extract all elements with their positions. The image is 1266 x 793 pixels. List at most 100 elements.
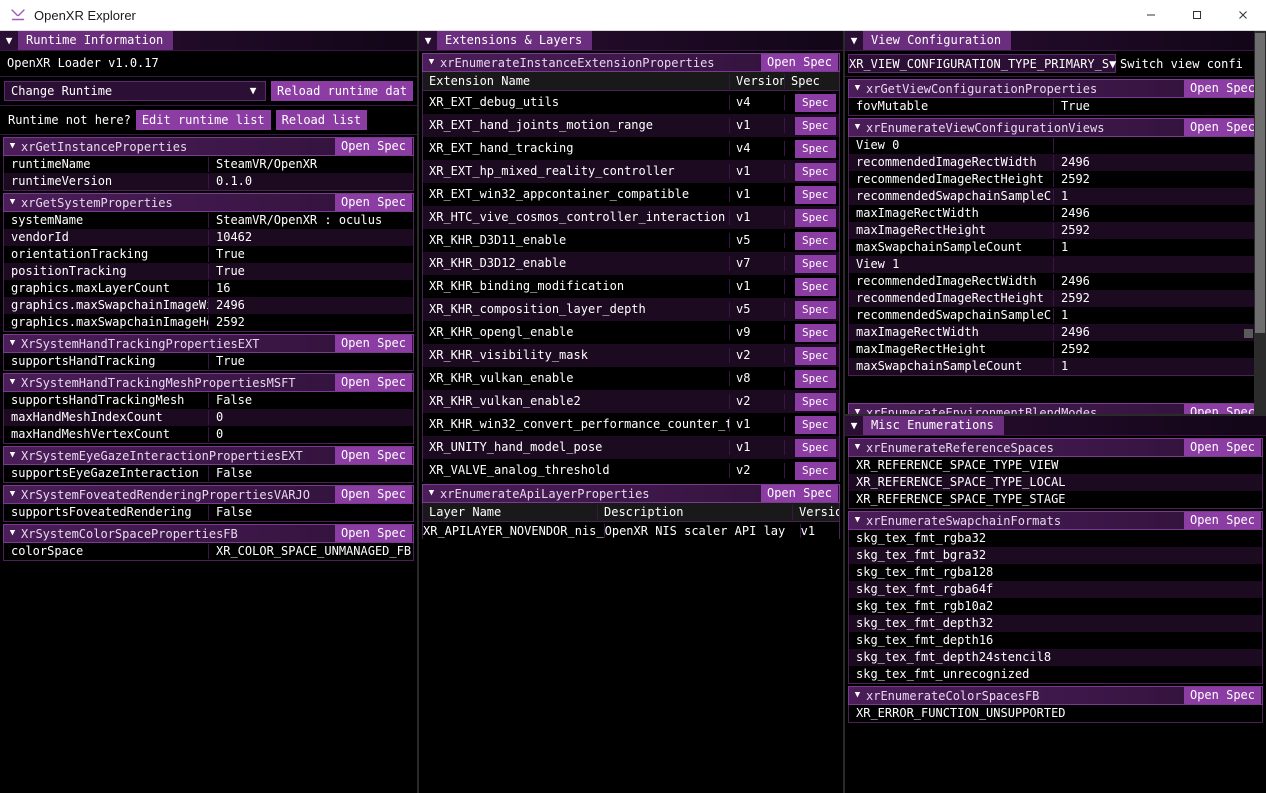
panel-title: Runtime Information (18, 31, 174, 50)
spec-button[interactable]: Spec (795, 254, 836, 273)
chevron-down-icon[interactable]: ▼ (4, 451, 21, 460)
chevron-down-icon[interactable]: ▼ (4, 339, 21, 348)
section-header[interactable]: ▼ xrGetSystemProperties Open Spec (3, 193, 414, 212)
spec-button[interactable]: Spec (795, 93, 836, 112)
section-header[interactable]: ▼ XrSystemHandTrackingMeshPropertiesMSFT O… (3, 373, 414, 392)
chevron-down-icon[interactable]: ▼ (423, 489, 440, 498)
open-spec-button[interactable]: Open Spec (760, 54, 838, 71)
property-key: supportsHandTrackingMesh (4, 393, 209, 408)
open-spec-button[interactable]: Open Spec (334, 374, 412, 391)
section-header-color-spaces[interactable]: ▼ xrEnumerateColorSpacesFB Open Spec (848, 686, 1263, 705)
left-panel-sections: ▼ xrGetInstanceProperties Open Spec runtime… (0, 137, 417, 561)
reload-list-button[interactable]: Reload list (275, 110, 368, 130)
section-title: XrSystemColorSpacePropertiesFB (21, 526, 238, 541)
spec-button[interactable]: Spec (795, 139, 836, 158)
chevron-down-icon[interactable]: ▼ (419, 35, 437, 46)
inner-scrollbar-thumb[interactable] (1244, 329, 1253, 338)
open-spec-button[interactable]: Open Spec (1183, 439, 1261, 456)
table-row: maxImageRectHeight 2592 (849, 222, 1262, 239)
chevron-down-icon[interactable]: ▼ (845, 35, 863, 46)
chevron-down-icon[interactable]: ▼ (849, 691, 866, 700)
spec-button[interactable]: Spec (795, 231, 836, 250)
section-header[interactable]: ▼ XrSystemFoveatedRenderingPropertiesVARJ… (3, 485, 414, 504)
spec-button[interactable]: Spec (795, 346, 836, 365)
section-header[interactable]: ▼ xrGetInstanceProperties Open Spec (3, 137, 414, 156)
chevron-down-icon[interactable]: ▼ (423, 58, 440, 67)
open-spec-button[interactable]: Open Spec (334, 194, 412, 211)
table-row: recommendedImageRectHeight 2592 (849, 171, 1262, 188)
open-spec-button[interactable]: Open Spec (334, 138, 412, 155)
chevron-down-icon[interactable]: ▼ (4, 490, 21, 499)
chevron-down-icon[interactable]: ▼ (849, 516, 866, 525)
section-header[interactable]: ▼ XrSystemHandTrackingPropertiesEXT Open S… (3, 334, 414, 353)
section-title: xrEnumerateColorSpacesFB (866, 688, 1040, 703)
minimize-button[interactable] (1128, 0, 1174, 31)
chevron-down-icon[interactable]: ▼ (4, 378, 21, 387)
reload-runtime-data-button[interactable]: Reload runtime dat (271, 81, 414, 101)
section-header[interactable]: ▼ XrSystemEyeGazeInteractionPropertiesEXT… (3, 446, 414, 465)
chevron-down-icon[interactable]: ▼ (849, 443, 866, 452)
chevron-down-icon[interactable]: ▼ (4, 142, 21, 151)
spec-button[interactable]: Spec (795, 369, 836, 388)
spec-button[interactable]: Spec (795, 162, 836, 181)
section-header-reference-spaces[interactable]: ▼ xrEnumerateReferenceSpaces Open Spec (848, 438, 1263, 457)
open-spec-button[interactable]: Open Spec (334, 335, 412, 352)
table-row: XR_KHR_win32_convert_performance_counter… (423, 413, 839, 436)
spec-button[interactable]: Spec (795, 185, 836, 204)
open-spec-button[interactable]: Open Spec (334, 525, 412, 542)
change-runtime-dropdown[interactable]: Change Runtime ▼ (4, 81, 266, 101)
chevron-down-icon[interactable]: ▼ (0, 35, 18, 46)
spec-button[interactable]: Spec (795, 300, 836, 319)
runtime-information-panel-header[interactable]: ▼ Runtime Information (0, 31, 417, 51)
chevron-down-icon[interactable]: ▼ (845, 420, 863, 431)
open-spec-button[interactable]: Open Spec (1183, 119, 1261, 136)
view-configuration-dropdown[interactable]: XR_VIEW_CONFIGURATION_TYPE_PRIMARY_S ▼ (848, 54, 1116, 73)
section-header-view-config-views[interactable]: ▼ xrEnumerateViewConfigurationViews Open… (848, 118, 1263, 137)
spec-button[interactable]: Spec (795, 438, 836, 457)
extension-spec-cell: Spec (785, 369, 839, 388)
extension-spec-cell: Spec (785, 208, 839, 227)
section-header-view-config-properties[interactable]: ▼ xrGetViewConfigurationProperties Open … (848, 79, 1263, 98)
open-spec-button[interactable]: Open Spec (334, 447, 412, 464)
scrollbar-thumb[interactable] (1255, 33, 1265, 333)
section-header-swapchain-formats[interactable]: ▼ xrEnumerateSwapchainFormats Open Spec (848, 511, 1263, 530)
extension-name: XR_KHR_opengl_enable (423, 325, 730, 340)
open-spec-button[interactable]: Open Spec (760, 485, 838, 502)
runtime-information-panel: ▼ Runtime Information OpenXR Loader v1.0… (0, 31, 417, 793)
open-spec-button[interactable]: Open Spec (1183, 512, 1261, 529)
open-spec-button[interactable]: Open Spec (334, 486, 412, 503)
spec-button[interactable]: Spec (795, 208, 836, 227)
open-spec-button[interactable]: Open Spec (1183, 404, 1261, 414)
chevron-down-icon[interactable]: ▼ (4, 198, 21, 207)
chevron-down-icon[interactable]: ▼ (849, 408, 866, 415)
property-value: 2592 (1061, 291, 1090, 305)
chevron-down-icon[interactable]: ▼ (241, 83, 265, 99)
view-configuration-scrollbar[interactable] (1254, 31, 1266, 414)
spec-button[interactable]: Spec (795, 461, 836, 480)
property-value: 2496 (1061, 274, 1090, 288)
chevron-down-icon[interactable]: ▼ (4, 529, 21, 538)
spec-button[interactable]: Spec (795, 323, 836, 342)
section-title: xrEnumerateEnvironmentBlendModes (866, 405, 1098, 415)
open-spec-button[interactable]: Open Spec (1183, 80, 1261, 97)
section-header-environment-blend-modes[interactable]: ▼ xrEnumerateEnvironmentBlendModes Open … (848, 403, 1263, 414)
section-header-api-layers[interactable]: ▼ xrEnumerateApiLayerProperties Open Spe… (422, 484, 840, 503)
misc-enumerations-panel-header[interactable]: ▼ Misc Enumerations (845, 416, 1266, 436)
open-spec-button[interactable]: Open Spec (1183, 687, 1261, 704)
spec-button[interactable]: Spec (795, 392, 836, 411)
spec-button[interactable]: Spec (795, 415, 836, 434)
chevron-down-icon[interactable]: ▼ (849, 84, 866, 93)
view-configuration-panel-header[interactable]: ▼ View Configuration (845, 31, 1266, 51)
extensions-layers-panel-header[interactable]: ▼ Extensions & Layers (419, 31, 843, 51)
spec-button[interactable]: Spec (795, 116, 836, 135)
property-key: supportsHandTracking (4, 354, 209, 369)
extension-version: v5 (730, 233, 785, 248)
chevron-down-icon[interactable]: ▼ (849, 123, 866, 132)
maximize-button[interactable] (1174, 0, 1220, 31)
section-header-instance-extensions[interactable]: ▼ xrEnumerateInstanceExtensionProperties… (422, 53, 840, 72)
edit-runtime-list-button[interactable]: Edit runtime list (135, 110, 271, 130)
close-button[interactable] (1220, 0, 1266, 31)
property-value: 2592 (1061, 223, 1090, 237)
spec-button[interactable]: Spec (795, 277, 836, 296)
section-header[interactable]: ▼ XrSystemColorSpacePropertiesFB Open Spec (3, 524, 414, 543)
